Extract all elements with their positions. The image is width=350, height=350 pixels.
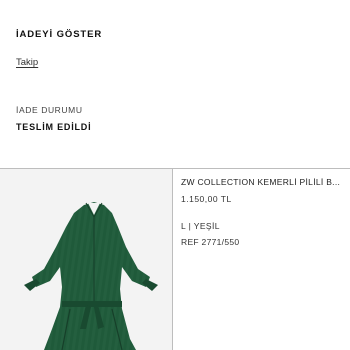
product-size-color: L | YEŞİL — [181, 221, 220, 231]
returned-product-card: ZW COLLECTION KEMERLİ PİLİLİ B... 1.150,… — [0, 169, 350, 350]
product-price: 1.150,00 TL — [181, 194, 232, 204]
product-reference: REF 2771/550 — [181, 237, 240, 247]
product-name[interactable]: ZW COLLECTION KEMERLİ PİLİLİ B... — [181, 177, 343, 187]
return-title: İADEYİ GÖSTER — [16, 29, 103, 40]
track-link[interactable]: Takip — [16, 57, 38, 68]
return-details-page: İADEYİ GÖSTER Takip İADE DURUMU TESLİM E… — [0, 0, 350, 350]
return-status-value: TESLİM EDİLDİ — [16, 122, 92, 132]
green-dress-icon — [24, 202, 158, 350]
card-divider — [172, 169, 173, 350]
product-image[interactable] — [0, 169, 172, 350]
return-status-label: İADE DURUMU — [16, 105, 83, 115]
